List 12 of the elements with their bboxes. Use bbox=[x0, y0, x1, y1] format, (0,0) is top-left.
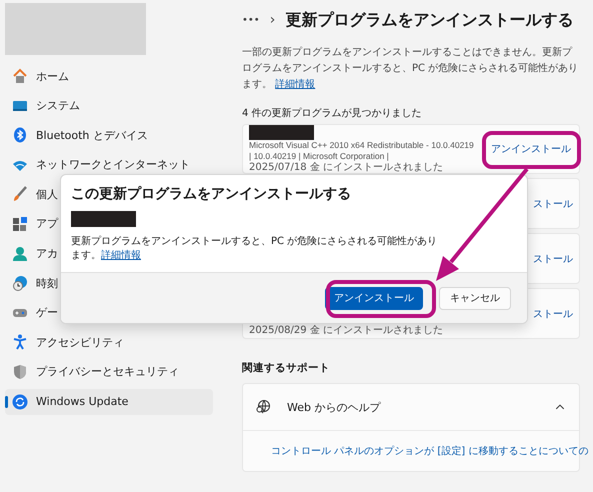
section-heading: 関連するサポート bbox=[242, 361, 331, 375]
dialog-title: この更新プログラムをアンインストールする bbox=[71, 185, 352, 203]
breadcrumb-separator: › bbox=[270, 12, 276, 28]
update-details: | 10.0.40219 | Microsoft Corporation | bbox=[249, 151, 390, 162]
page-title: 更新プログラムをアンインストールする bbox=[285, 10, 574, 30]
updates-count: 4 件の更新プログラムが見つかりました bbox=[242, 107, 423, 120]
description-text: 一部の更新プログラムをアンインストールすることはできません。更新プログラムをアンインストールすると、PC が危険にさらされる可能性があります。 詳細情報 bbox=[242, 46, 580, 92]
update-details: 2025/08/29 金 にインストールされました bbox=[249, 325, 443, 338]
update-details: 2025/07/18 金 にインストールされました bbox=[249, 162, 444, 173]
dialog-message: 更新プログラムをアンインストールすると、PC が危険にさらされる可能性があります。詳細情報 bbox=[71, 235, 438, 263]
update-details: Microsoft Visual C++ 2010 x64 Redistributable - 10.0.40219 bbox=[249, 140, 474, 151]
help-title: Web からのヘルプ bbox=[287, 400, 382, 414]
